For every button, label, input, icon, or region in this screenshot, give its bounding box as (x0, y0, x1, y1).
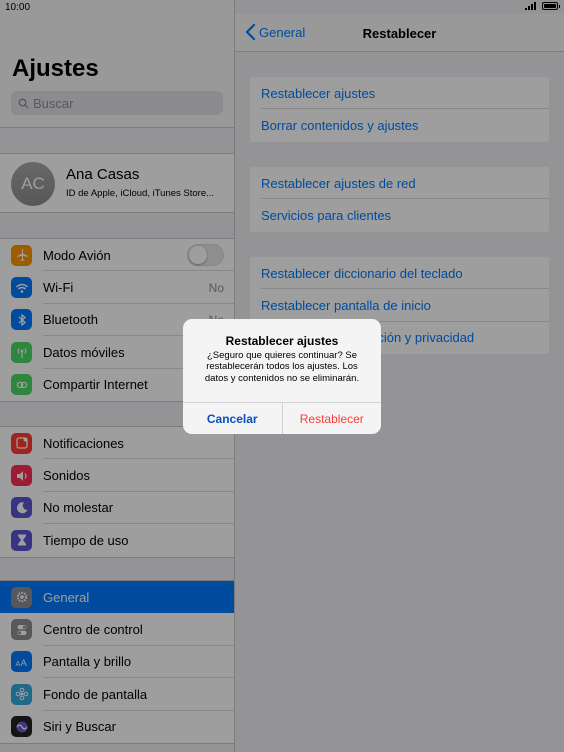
alert-title: Restablecer ajustes (225, 334, 339, 348)
alert-message: ¿Seguro que quieres continuar? Se restab… (204, 350, 360, 384)
confirm-reset-button[interactable]: Restablecer (283, 403, 382, 434)
cancel-button[interactable]: Cancelar (183, 403, 283, 434)
reset-confirmation-alert: Restablecer ajustes ¿Seguro que quieres … (183, 319, 381, 434)
